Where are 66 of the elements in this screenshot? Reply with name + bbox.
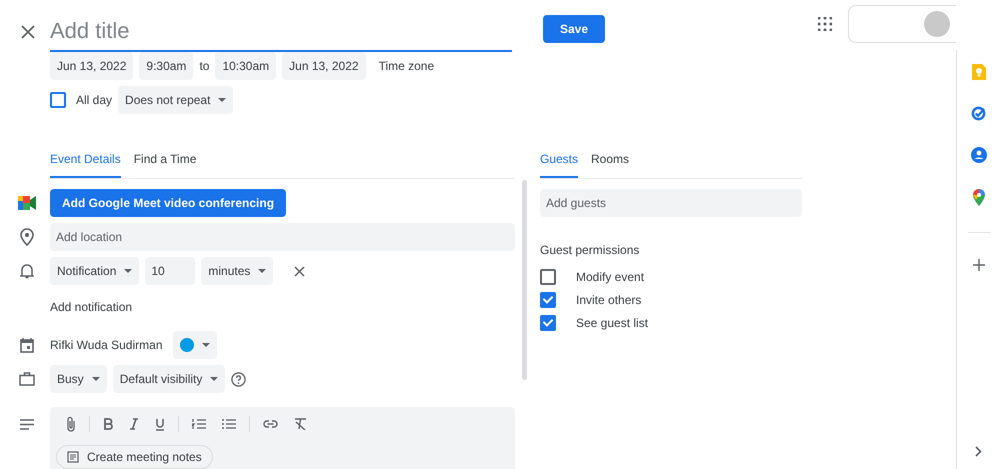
date-separator: to (199, 59, 210, 73)
numbered-list-icon[interactable] (192, 418, 206, 430)
description-icon (20, 419, 34, 430)
start-time-field[interactable]: 9:30am (139, 52, 194, 80)
bold-icon[interactable] (103, 418, 113, 430)
caret-icon (124, 269, 132, 273)
scrollbar[interactable] (522, 180, 527, 380)
repeat-dropdown[interactable]: Does not repeat (118, 86, 234, 114)
caret-icon (258, 269, 266, 273)
permission-checkbox[interactable] (540, 292, 556, 308)
map-pin-icon[interactable] (972, 189, 984, 206)
contacts-icon[interactable] (970, 147, 986, 163)
italic-icon[interactable] (129, 418, 139, 430)
apps-grid-icon[interactable] (818, 17, 832, 31)
guest-permissions-heading: Guest permissions (540, 243, 640, 257)
calendar-owner: Rifki Wuda Sudirman (50, 338, 162, 352)
caret-icon (202, 343, 210, 347)
link-icon[interactable] (263, 420, 278, 428)
calendar-color-dropdown[interactable] (172, 331, 216, 359)
close-icon[interactable] (21, 25, 35, 39)
availability-dropdown[interactable]: Busy (50, 365, 107, 393)
create-meeting-notes-button[interactable]: Create meeting notes (56, 445, 213, 469)
caret-icon (210, 377, 218, 381)
add-meet-button[interactable]: Add Google Meet video conferencing (50, 189, 286, 217)
tab[interactable]: Event Details (50, 144, 121, 178)
caret-icon (218, 98, 226, 102)
location-pin-icon (20, 228, 34, 246)
all-day-checkbox[interactable] (50, 92, 66, 108)
caret-icon (92, 377, 100, 381)
avatar-placeholder (924, 11, 950, 37)
help-icon[interactable] (231, 372, 246, 386)
chevron-right-icon[interactable] (975, 446, 982, 457)
permission-checkbox[interactable] (540, 268, 556, 284)
video-camera-icon (18, 196, 36, 210)
underline-icon[interactable] (155, 418, 165, 430)
tab[interactable]: Rooms (591, 144, 630, 178)
bulleted-list-icon[interactable] (222, 418, 236, 430)
briefcase-icon (19, 372, 35, 386)
calendar-icon (20, 338, 34, 352)
notification-unit-dropdown[interactable]: minutes (201, 257, 274, 285)
permission-label: Invite others (576, 292, 642, 306)
permission-label: Modify event (576, 270, 644, 284)
start-date-field[interactable]: Jun 13, 2022 (50, 52, 134, 80)
bell-icon (20, 263, 34, 279)
location-field[interactable]: Add location (50, 223, 515, 251)
close-icon[interactable] (294, 266, 305, 276)
plus-icon[interactable] (972, 259, 984, 271)
add-notification-link[interactable]: Add notification (50, 293, 132, 321)
tab[interactable]: Guests (540, 144, 578, 178)
notification-value-field[interactable]: 10 (145, 257, 196, 285)
tab[interactable]: Find a Time (134, 144, 196, 178)
notification-type-dropdown[interactable]: Notification (50, 257, 140, 285)
clear-formatting-icon[interactable] (294, 418, 307, 430)
visibility-dropdown[interactable]: Default visibility (112, 365, 226, 393)
tasks-icon[interactable] (971, 106, 986, 121)
permission-label: See guest list (576, 316, 648, 330)
all-day-label: All day (76, 93, 112, 107)
notes-icon (67, 451, 79, 463)
add-guests-field[interactable]: Add guests (540, 189, 802, 217)
permission-checkbox[interactable] (540, 314, 556, 330)
save-button[interactable]: Save (543, 15, 605, 43)
attachment-icon[interactable] (66, 416, 76, 432)
time-zone-link[interactable]: Time zone (372, 52, 442, 80)
end-date-field[interactable]: Jun 13, 2022 (282, 52, 366, 80)
description-editor[interactable]: Create meeting notes (50, 407, 515, 469)
end-time-field[interactable]: 10:30am (215, 52, 276, 80)
